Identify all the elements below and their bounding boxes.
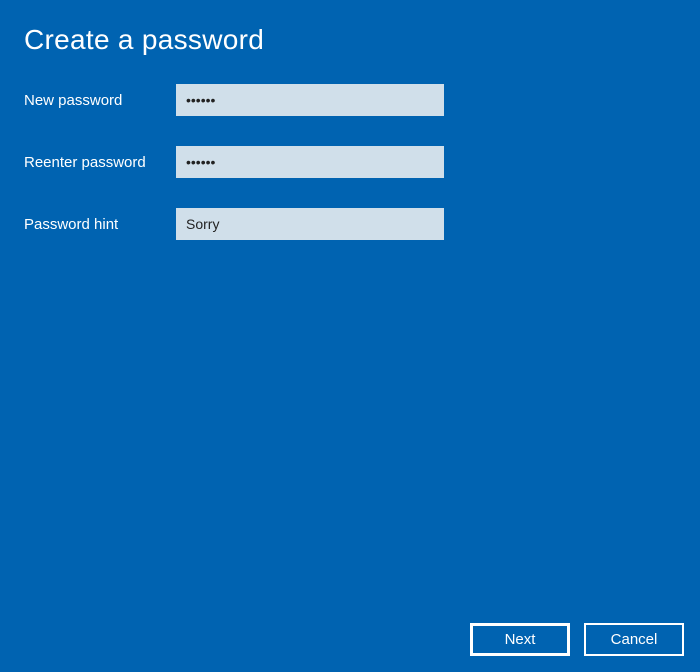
next-button[interactable]: Next xyxy=(470,623,570,656)
form-row-password-hint: Password hint xyxy=(24,208,676,240)
form-row-reenter-password: Reenter password xyxy=(24,146,676,178)
reenter-password-input[interactable] xyxy=(176,146,444,178)
password-hint-input[interactable] xyxy=(176,208,444,240)
button-bar: Next Cancel xyxy=(470,623,684,656)
page-title: Create a password xyxy=(24,24,676,56)
reenter-password-label: Reenter password xyxy=(24,154,176,171)
cancel-button[interactable]: Cancel xyxy=(584,623,684,656)
new-password-label: New password xyxy=(24,92,176,109)
form-row-new-password: New password xyxy=(24,84,676,116)
password-hint-label: Password hint xyxy=(24,216,176,233)
new-password-input[interactable] xyxy=(176,84,444,116)
